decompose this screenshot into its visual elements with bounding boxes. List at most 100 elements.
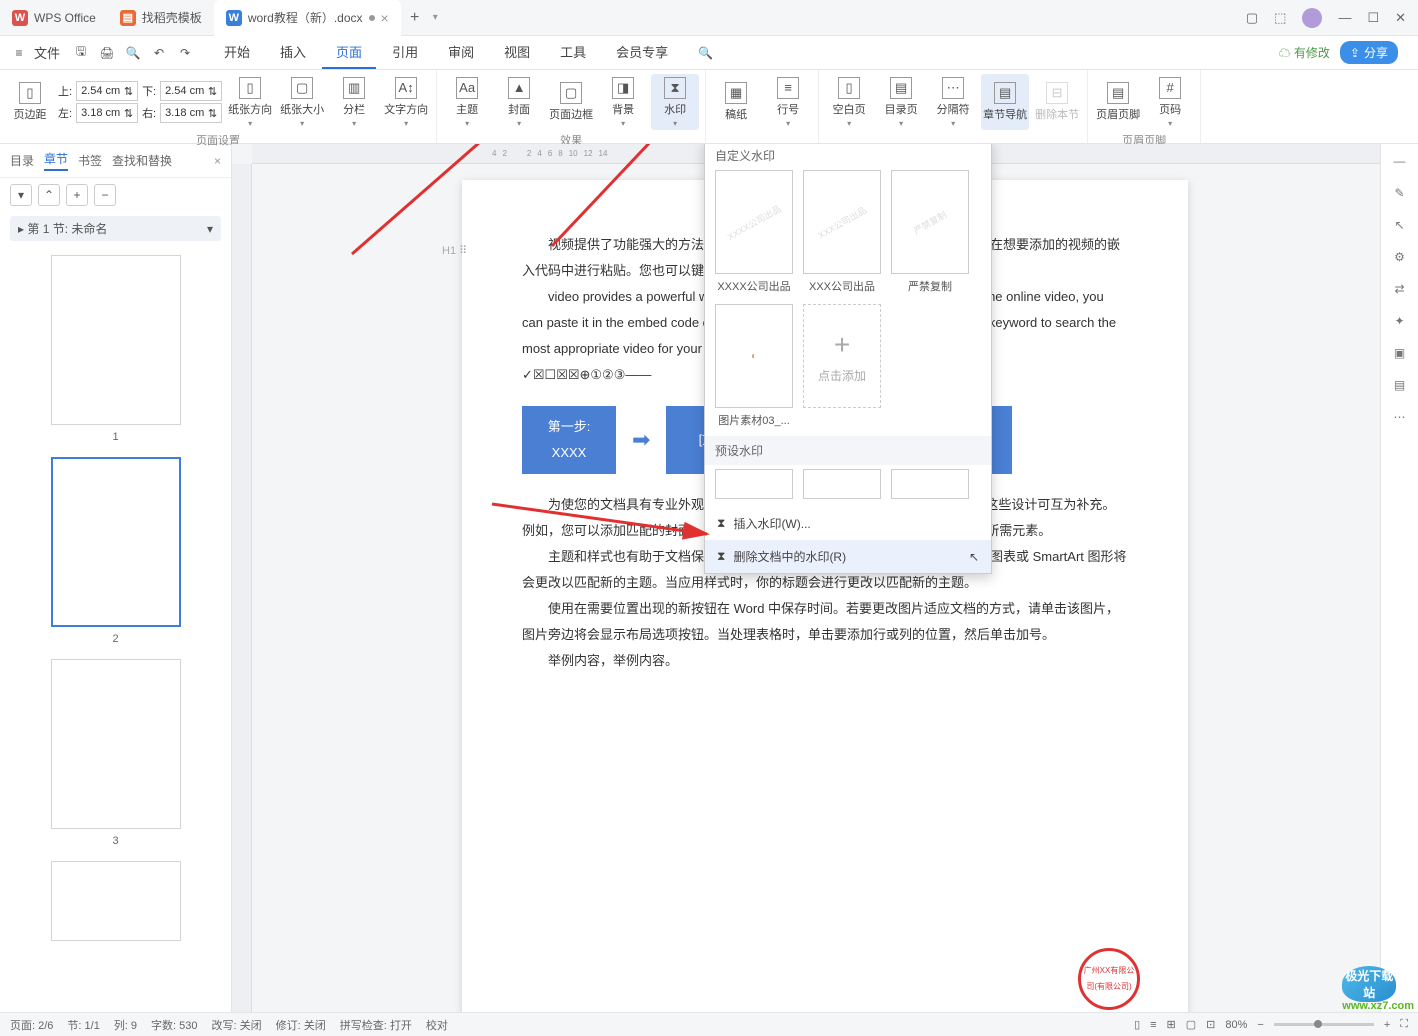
tab-reference[interactable]: 引用 — [378, 36, 432, 69]
zoom-in-icon[interactable]: + — [1384, 1019, 1390, 1031]
header-footer-button[interactable]: ▤页眉页脚 — [1094, 74, 1142, 130]
page-thumbnail-4[interactable] — [51, 861, 181, 941]
delete-watermark-menuitem[interactable]: ⧗ 删除文档中的水印(R) ↖ — [705, 540, 991, 573]
section-selector[interactable]: ▸ 第 1 节: 未命名 ▾ — [10, 216, 221, 241]
nav-close-icon[interactable]: × — [214, 154, 221, 168]
tab-tools[interactable]: 工具 — [546, 36, 600, 69]
cloud-status[interactable]: ☁ 有修改 — [1279, 44, 1330, 61]
window-minimize-icon[interactable]: — — [1338, 10, 1351, 25]
status-proof[interactable]: 校对 — [426, 1017, 448, 1033]
tab-start[interactable]: 开始 — [210, 36, 264, 69]
manuscript-button[interactable]: ▦稿纸 — [712, 74, 760, 130]
page-thumbnail-2[interactable] — [51, 457, 181, 627]
preview-icon[interactable]: 🔍 — [122, 42, 144, 64]
margin-left-input[interactable]: 3.18 cm⇅ — [76, 103, 138, 123]
page-thumbnail-1[interactable] — [51, 255, 181, 425]
wm-preset-2[interactable] — [803, 469, 881, 499]
paper-size-button[interactable]: ▢纸张大小▾ — [278, 74, 326, 130]
tab-page[interactable]: 页面 — [322, 36, 376, 69]
wm-item-2[interactable]: XXX公司出品 XXX公司出品 — [803, 170, 881, 294]
fullscreen-icon[interactable]: ⛶ — [1400, 1018, 1408, 1031]
page-margin-button[interactable]: ▯ 页边距 — [6, 74, 54, 130]
insert-watermark-menuitem[interactable]: ⧗ 插入水印(W)... — [705, 507, 991, 540]
window-maximize-icon[interactable]: ☐ — [1367, 10, 1379, 26]
search-icon[interactable]: 🔍 — [698, 46, 713, 60]
delete-section-button[interactable]: ⊟删除本节 — [1033, 74, 1081, 130]
view-page-icon[interactable]: ▯ — [1134, 1018, 1140, 1031]
tab-wps-home[interactable]: W WPS Office — [0, 0, 108, 36]
nav-collapse-button[interactable]: ⌃ — [38, 184, 60, 206]
panel-icon[interactable]: ▢ — [1246, 10, 1258, 26]
margin-top-input[interactable]: 2.54 cm⇅ — [76, 81, 138, 101]
wm-item-3[interactable]: 严禁复制 严禁复制 — [891, 170, 969, 294]
status-track[interactable]: 修订: 关闭 — [276, 1017, 326, 1033]
file-menu[interactable]: 文件 — [34, 43, 60, 62]
margin-bottom-input[interactable]: 2.54 cm⇅ — [160, 81, 222, 101]
sidebar-pencil-icon[interactable]: ✎ — [1394, 186, 1404, 200]
line-number-button[interactable]: ≡行号▾ — [764, 74, 812, 130]
status-revision[interactable]: 改写: 关闭 — [212, 1017, 262, 1033]
save-icon[interactable]: 🖫 — [70, 42, 92, 64]
watermark-button[interactable]: ⧗水印▾ — [651, 74, 699, 130]
sidebar-minus-icon[interactable]: — — [1394, 154, 1406, 168]
separator-button[interactable]: ⋯分隔符▾ — [929, 74, 977, 130]
zoom-slider[interactable] — [1274, 1023, 1374, 1026]
view-grid-icon[interactable]: ⊞ — [1167, 1018, 1176, 1031]
view-list-icon[interactable]: ≡ — [1150, 1019, 1156, 1031]
tab-member[interactable]: 会员专享 — [602, 36, 682, 69]
nav-add-button[interactable]: + — [66, 184, 88, 206]
zoom-out-icon[interactable]: − — [1257, 1019, 1263, 1031]
cover-button[interactable]: ▲封面▾ — [495, 74, 543, 130]
zoom-level[interactable]: 80% — [1225, 1019, 1247, 1031]
blank-page-button[interactable]: ▯空白页▾ — [825, 74, 873, 130]
sidebar-transform-icon[interactable]: ⇄ — [1394, 282, 1404, 296]
page-number-button[interactable]: #页码▾ — [1146, 74, 1194, 130]
sidebar-more-icon[interactable]: ⋯ — [1394, 410, 1406, 424]
tab-view[interactable]: 视图 — [490, 36, 544, 69]
sidebar-settings-icon[interactable]: ⚙ — [1394, 250, 1405, 264]
sidebar-list-icon[interactable]: ▤ — [1394, 378, 1405, 392]
page-border-button[interactable]: ▢页面边框 — [547, 74, 595, 130]
print-icon[interactable]: 🖨 — [96, 42, 118, 64]
wm-item-1[interactable]: XXXX公司出品 XXXX公司出品 — [715, 170, 793, 294]
view-web-icon[interactable]: ▢ — [1186, 1018, 1196, 1031]
status-column[interactable]: 列: 9 — [114, 1017, 137, 1033]
tab-dropdown-icon[interactable]: ▾ — [433, 12, 438, 23]
vertical-ruler[interactable] — [232, 164, 252, 1012]
nav-dropdown-button[interactable]: ▾ — [10, 184, 32, 206]
nav-tab-chapter[interactable]: 章节 — [44, 150, 68, 171]
text-direction-button[interactable]: A↕文字方向▾ — [382, 74, 430, 130]
tab-review[interactable]: 审阅 — [434, 36, 488, 69]
theme-button[interactable]: Aa主题▾ — [443, 74, 491, 130]
tab-close-icon[interactable]: × — [381, 10, 389, 26]
view-outline-icon[interactable]: ⊡ — [1206, 1018, 1215, 1031]
status-spell[interactable]: 拼写检查: 打开 — [340, 1017, 412, 1033]
new-tab-button[interactable]: + — [401, 9, 429, 27]
status-words[interactable]: 字数: 530 — [151, 1017, 197, 1033]
paper-orient-button[interactable]: ▯纸张方向▾ — [226, 74, 274, 130]
nav-remove-button[interactable]: − — [94, 184, 116, 206]
undo-icon[interactable]: ↶ — [148, 42, 170, 64]
wm-preset-1[interactable] — [715, 469, 793, 499]
wm-add-item[interactable]: + 点击添加 — [803, 304, 881, 428]
wm-preset-3[interactable] — [891, 469, 969, 499]
wm-item-image[interactable]: ◐ 图片素材03_... — [715, 304, 793, 428]
nav-tab-bookmark[interactable]: 书签 — [78, 152, 102, 169]
sidebar-pointer-icon[interactable]: ↖ — [1394, 218, 1404, 232]
redo-icon[interactable]: ↷ — [174, 42, 196, 64]
margin-right-input[interactable]: 3.18 cm⇅ — [160, 103, 222, 123]
share-button[interactable]: ⇪ 分享 — [1340, 41, 1398, 64]
tab-templates[interactable]: ▤ 找稻壳模板 — [108, 0, 214, 36]
nav-tab-toc[interactable]: 目录 — [10, 152, 34, 169]
page-thumbnail-3[interactable] — [51, 659, 181, 829]
sidebar-image-icon[interactable]: ▣ — [1394, 346, 1405, 360]
cube-icon[interactable]: ⬚ — [1274, 10, 1286, 26]
section-nav-button[interactable]: ▤章节导航 — [981, 74, 1029, 130]
background-button[interactable]: ◨背景▾ — [599, 74, 647, 130]
status-page[interactable]: 页面: 2/6 — [10, 1017, 53, 1033]
status-section[interactable]: 节: 1/1 — [67, 1017, 99, 1033]
tab-document-active[interactable]: W word教程（新）.docx × — [214, 0, 401, 36]
user-avatar[interactable] — [1302, 8, 1322, 28]
columns-button[interactable]: ▥分栏▾ — [330, 74, 378, 130]
menu-icon[interactable]: ≡ — [8, 42, 30, 64]
